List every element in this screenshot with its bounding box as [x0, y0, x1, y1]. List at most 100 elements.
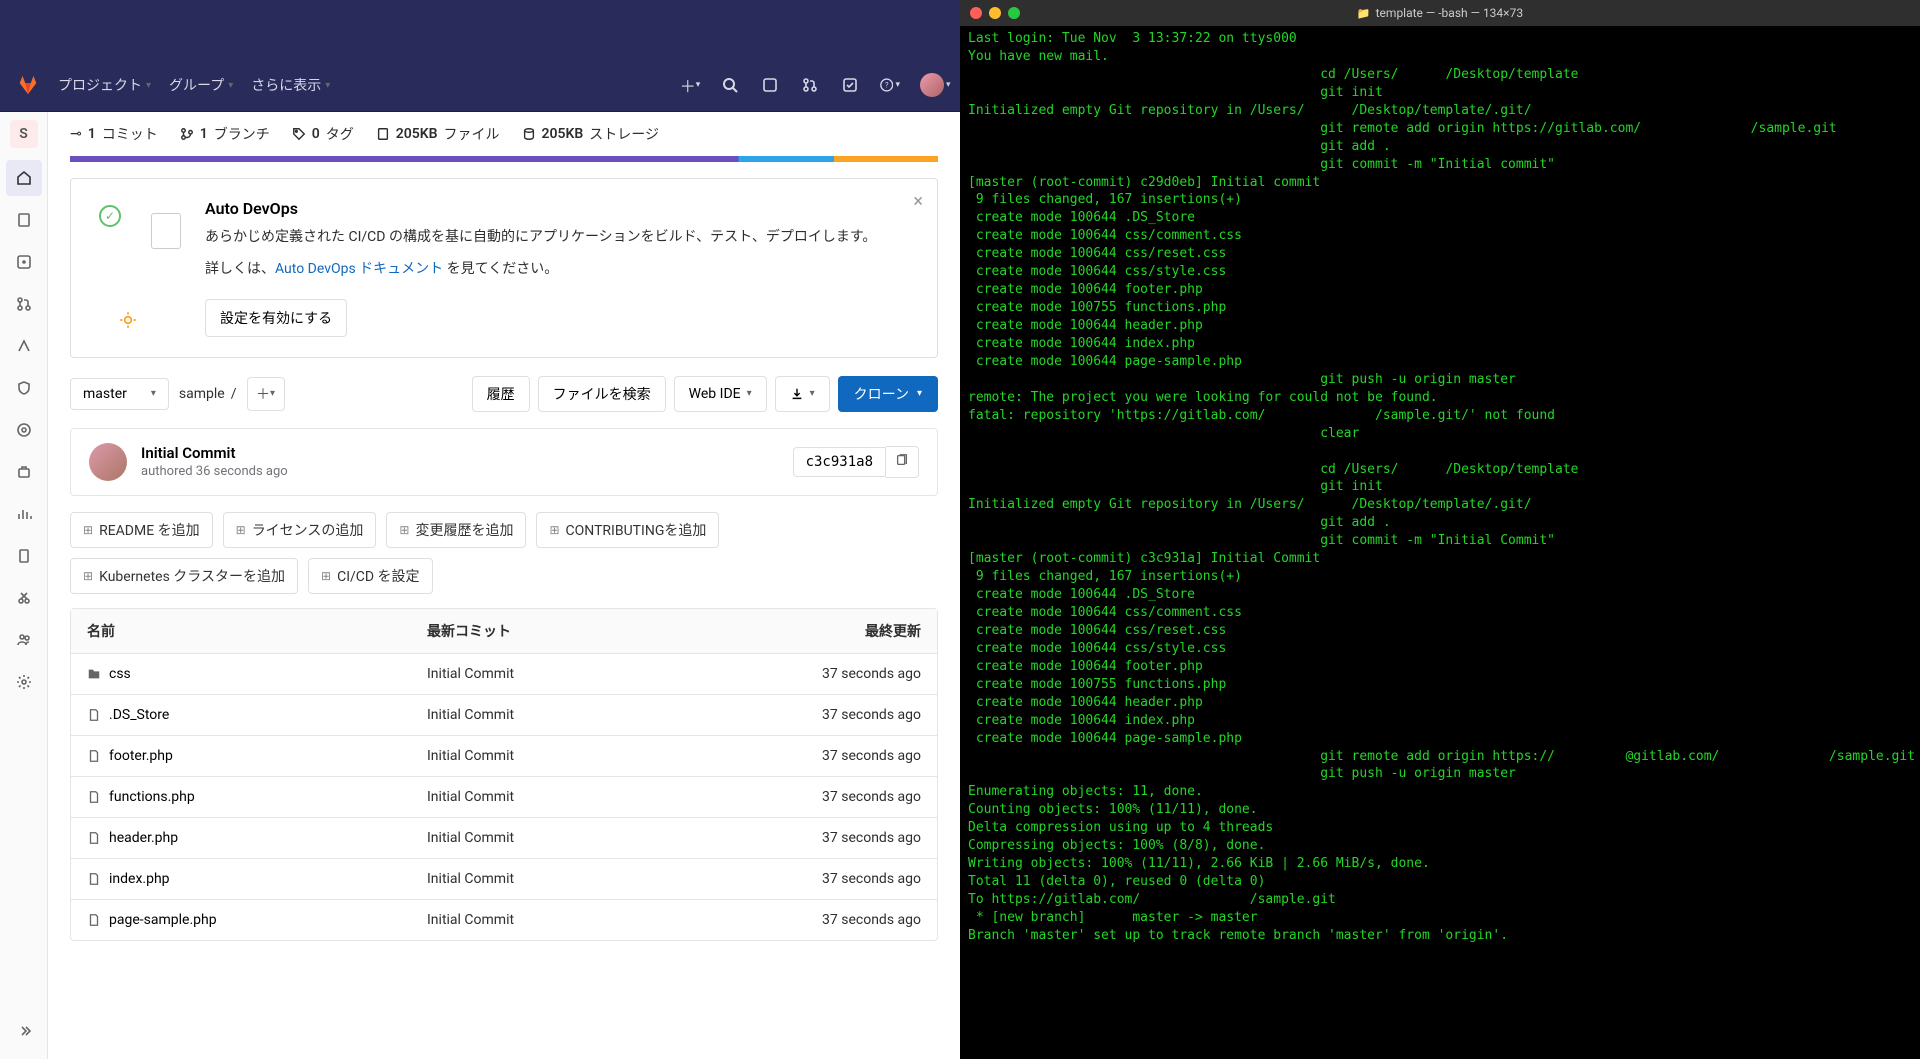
table-row[interactable]: header.phpInitial Commit37 seconds ago: [71, 818, 937, 859]
stat-tags[interactable]: 0 タグ: [292, 124, 354, 144]
folder-icon: [87, 667, 101, 681]
file-date: 37 seconds ago: [767, 736, 937, 776]
file-name: css: [109, 666, 131, 682]
breadcrumb[interactable]: sample /: [179, 386, 237, 402]
suggestion-chip[interactable]: ⊞ライセンスの追加: [223, 512, 377, 548]
language-bar: [70, 156, 938, 162]
table-row[interactable]: footer.phpInitial Commit37 seconds ago: [71, 736, 937, 777]
plus-icon: ⊞: [549, 523, 559, 537]
collapse-icon[interactable]: [6, 1013, 42, 1049]
file-date: 37 seconds ago: [767, 900, 937, 940]
folder-icon: 📁: [1357, 7, 1371, 20]
table-row[interactable]: cssInitial Commit37 seconds ago: [71, 654, 937, 695]
file-icon: [87, 790, 101, 804]
devops-doc-link[interactable]: Auto DevOps ドキュメント: [275, 261, 443, 277]
plus-icon[interactable]: ＋▾: [680, 75, 700, 95]
download-button[interactable]: ▾: [775, 376, 830, 412]
commit-title[interactable]: Initial Commit: [141, 444, 793, 462]
stat-branches[interactable]: 1 ブランチ: [180, 124, 270, 144]
merge-sidebar-icon[interactable]: [6, 286, 42, 322]
suggestion-chip[interactable]: ⊞CONTRIBUTINGを追加: [536, 512, 719, 548]
file-commit: Initial Commit: [411, 818, 767, 858]
chevron-down-icon: ▾: [228, 80, 233, 91]
file-icon: [87, 749, 101, 763]
analytics-icon[interactable]: [6, 496, 42, 532]
merge-request-icon[interactable]: [800, 75, 820, 95]
plus-icon: ⊞: [321, 569, 331, 583]
repository-icon[interactable]: [6, 202, 42, 238]
file-name: footer.php: [109, 748, 173, 764]
table-row[interactable]: index.phpInitial Commit37 seconds ago: [71, 859, 937, 900]
add-file-button[interactable]: ＋ ▾: [247, 377, 285, 411]
nav-more[interactable]: さらに表示▾: [251, 75, 330, 95]
clone-button[interactable]: クローン▾: [838, 376, 938, 412]
nav-projects[interactable]: プロジェクト▾: [58, 75, 151, 95]
cicd-icon[interactable]: [6, 328, 42, 364]
gitlab-window: プロジェクト▾ グループ▾ さらに表示▾ ＋▾ ?▾ ▾ S: [0, 0, 960, 1059]
table-row[interactable]: page-sample.php Initial Commit37 seconds …: [71, 900, 937, 940]
file-icon: [87, 913, 101, 927]
file-date: 37 seconds ago: [767, 777, 937, 817]
chevron-down-icon: ▾: [747, 388, 752, 399]
stat-storage[interactable]: 205KB ストレージ: [522, 124, 660, 144]
branch-select[interactable]: master▾: [70, 378, 169, 410]
webide-button[interactable]: Web IDE▾: [674, 376, 767, 412]
plus-icon: ⊞: [83, 523, 93, 537]
file-name: page-sample.php: [109, 912, 217, 928]
suggestion-chip[interactable]: ⊞README を追加: [70, 512, 213, 548]
members-icon[interactable]: [6, 622, 42, 658]
stat-files[interactable]: 205KB ファイル: [376, 124, 500, 144]
gitlab-logo-icon[interactable]: [16, 73, 40, 97]
copy-sha-button[interactable]: [886, 446, 919, 478]
project-stats: ⊸ 1 コミット 1 ブランチ 0 タグ 205KB ファイル 205KB スト…: [48, 112, 960, 156]
terminal-window: 📁template — -bash — 134×73 Last login: T…: [960, 0, 1920, 1059]
home-icon[interactable]: [6, 160, 42, 196]
file-name: .DS_Store: [109, 707, 169, 723]
project-badge[interactable]: S: [10, 120, 38, 148]
issues-icon[interactable]: [760, 75, 780, 95]
suggestion-chip[interactable]: ⊞CI/CD を設定: [308, 558, 433, 594]
search-icon[interactable]: [720, 75, 740, 95]
packages-icon[interactable]: [6, 454, 42, 490]
terminal-output[interactable]: Last login: Tue Nov 3 13:37:22 on ttys00…: [960, 26, 1920, 1059]
project-sidebar: S: [0, 112, 48, 1059]
security-icon[interactable]: [6, 370, 42, 406]
help-icon[interactable]: ?▾: [880, 75, 900, 95]
stat-commits[interactable]: ⊸ 1 コミット: [70, 124, 158, 144]
devops-desc: あらかじめ定義された CI/CD の構成を基に自動的にアプリケーションをビルド、…: [205, 226, 876, 248]
settings-icon[interactable]: [6, 664, 42, 700]
issues-sidebar-icon[interactable]: [6, 244, 42, 280]
commit-sha: c3c931a8: [793, 447, 886, 477]
file-commit: Initial Commit: [411, 900, 767, 940]
file-commit: Initial Commit: [411, 859, 767, 899]
table-row[interactable]: functions.php Initial Commit37 seconds ag…: [71, 777, 937, 818]
wiki-icon[interactable]: [6, 538, 42, 574]
auto-devops-panel: × ✓ Auto DevOps あらかじめ定義された CI/CD の構成を基に自…: [70, 178, 938, 358]
file-commit: Initial Commit: [411, 695, 767, 735]
find-file-button[interactable]: ファイルを検索: [538, 376, 666, 412]
chevron-down-icon: ▾: [146, 80, 151, 91]
file-name: functions.php: [109, 789, 195, 805]
gitlab-nav: プロジェクト▾ グループ▾ さらに表示▾ ＋▾ ?▾ ▾: [0, 58, 960, 112]
table-row[interactable]: .DS_StoreInitial Commit37 seconds ago: [71, 695, 937, 736]
devops-title: Auto DevOps: [205, 199, 876, 218]
file-name: index.php: [109, 871, 170, 887]
history-button[interactable]: 履歴: [472, 376, 530, 412]
file-commit: Initial Commit: [411, 654, 767, 694]
enable-devops-button[interactable]: 設定を有効にする: [205, 299, 347, 337]
chevron-down-icon: ▾: [151, 388, 156, 399]
snippets-icon[interactable]: [6, 580, 42, 616]
nav-groups[interactable]: グループ▾: [169, 75, 233, 95]
chevron-down-icon: ▾: [325, 80, 330, 91]
terminal-titlebar: 📁template — -bash — 134×73: [960, 0, 1920, 26]
operations-icon[interactable]: [6, 412, 42, 448]
file-commit: Initial Commit: [411, 777, 767, 817]
devops-illustration: ✓: [93, 199, 183, 337]
user-avatar[interactable]: ▾: [920, 73, 944, 97]
todo-icon[interactable]: [840, 75, 860, 95]
suggestion-chip[interactable]: ⊞変更履歴を追加: [386, 512, 526, 548]
commit-subtitle: authored 36 seconds ago: [141, 464, 793, 479]
project-main: ⊸ 1 コミット 1 ブランチ 0 タグ 205KB ファイル 205KB スト…: [48, 112, 960, 1059]
close-icon[interactable]: ×: [913, 191, 923, 212]
suggestion-chip[interactable]: ⊞Kubernetes クラスターを追加: [70, 558, 298, 594]
